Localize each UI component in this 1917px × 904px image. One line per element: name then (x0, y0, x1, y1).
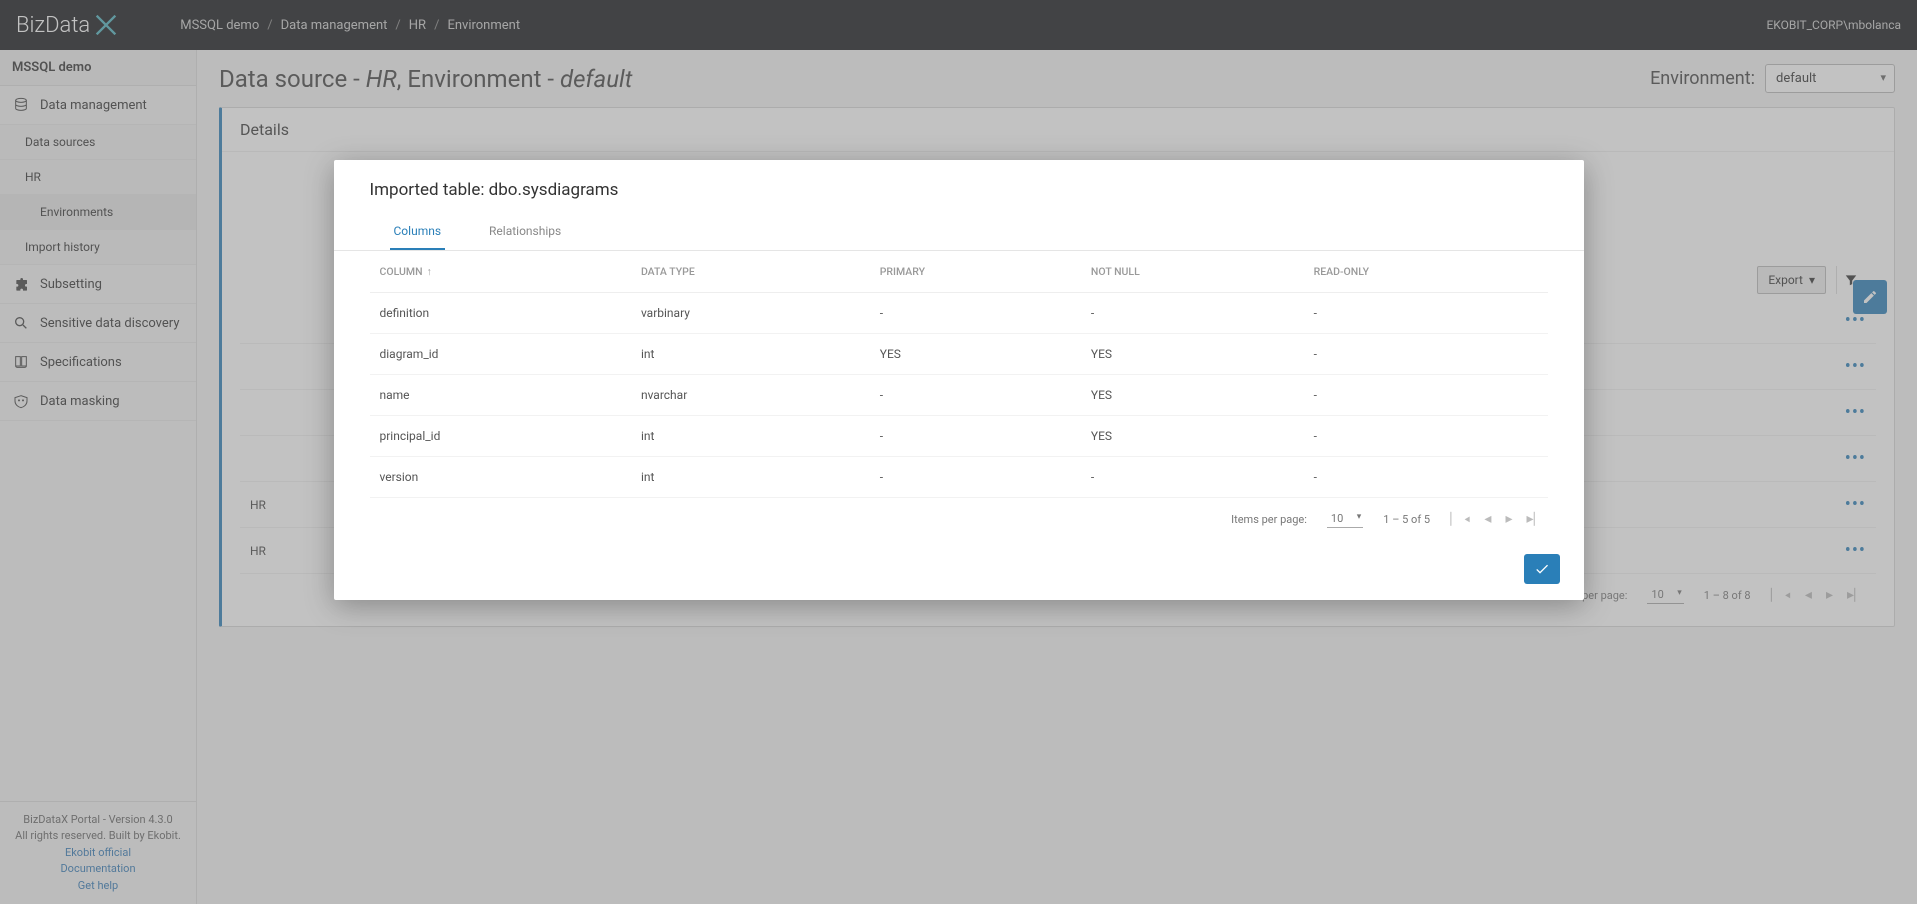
column-header[interactable]: READ-ONLY (1304, 251, 1548, 293)
tab-relationships[interactable]: Relationships (485, 214, 565, 250)
table-row: versionint--- (370, 457, 1548, 498)
last-page-icon[interactable]: ▸⎸ (1526, 511, 1547, 527)
first-page-icon[interactable]: ⎸◂ (1450, 511, 1470, 527)
table-row: definitionvarbinary--- (370, 293, 1548, 334)
tab-columns[interactable]: Columns (390, 214, 446, 250)
prev-page-icon[interactable]: ◂ (1484, 511, 1491, 527)
sort-asc-icon: ↑ (427, 265, 432, 278)
modal-scrim[interactable]: Imported table: dbo.sysdiagrams Columns R… (0, 0, 1917, 904)
table-row: namenvarchar-YES- (370, 375, 1548, 416)
imported-table-dialog: Imported table: dbo.sysdiagrams Columns R… (334, 160, 1584, 600)
next-page-icon[interactable]: ▸ (1505, 511, 1512, 527)
dlg-items-per-page-select[interactable]: 10 (1327, 510, 1363, 528)
table-row: diagram_idintYESYES- (370, 334, 1548, 375)
confirm-button[interactable] (1524, 554, 1560, 584)
dialog-pager: Items per page: 10 1 – 5 of 5 ⎸◂ ◂ ▸ ▸⎸ (334, 498, 1584, 540)
columns-table: COLUMN↑DATA TYPEPRIMARYNOT NULLREAD-ONLY… (370, 251, 1548, 498)
check-icon (1534, 561, 1550, 577)
column-header[interactable]: DATA TYPE (631, 251, 870, 293)
dialog-title: Imported table: dbo.sysdiagrams (334, 180, 1584, 214)
column-header[interactable]: NOT NULL (1081, 251, 1304, 293)
table-row: principal_idint-YES- (370, 416, 1548, 457)
column-header[interactable]: PRIMARY (870, 251, 1081, 293)
column-header[interactable]: COLUMN↑ (370, 251, 631, 293)
